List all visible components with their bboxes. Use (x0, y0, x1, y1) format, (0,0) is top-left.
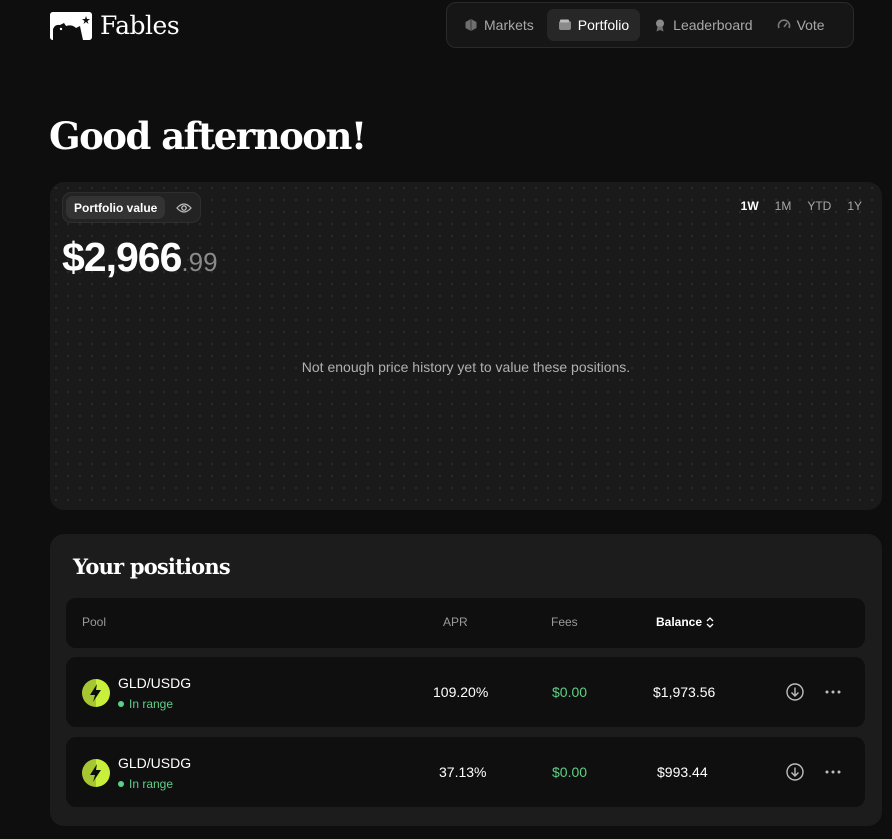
fees-value: $0.00 (552, 764, 588, 780)
column-fees: Fees (551, 615, 578, 629)
fees-value: $0.00 (552, 684, 588, 700)
range-status-label: In range (129, 697, 174, 711)
pool-name: GLD/USDG (118, 675, 192, 691)
range-1w[interactable]: 1W (735, 197, 765, 215)
brand-logo[interactable]: Fables (50, 11, 180, 40)
nav-portfolio-label: Portfolio (577, 17, 630, 33)
column-pool: Pool (82, 615, 107, 629)
eye-icon[interactable] (171, 196, 197, 219)
table-row[interactable]: GLD/USDG In range 37.13% $0.00 $993.44 (66, 737, 865, 807)
range-status: In range (118, 777, 173, 791)
main-nav: Markets Portfolio Leaderboard Vote (446, 2, 854, 48)
nav-markets-label: Markets (484, 17, 534, 33)
portfolio-value: $2,966.99 (62, 234, 218, 281)
portfolio-value-main: $2,966 (62, 234, 182, 280)
more-options-icon[interactable] (823, 762, 843, 782)
medal-icon (656, 19, 665, 32)
positions-title: Your positions (73, 554, 231, 579)
nav-vote-label: Vote (796, 17, 825, 33)
column-balance-sort[interactable]: Balance (656, 615, 714, 629)
portfolio-value-card: Portfolio value $2,966.99 1W 1M YTD 1Y N… (50, 182, 882, 510)
page-greeting: Good afternoon! (49, 114, 367, 158)
portfolio-value-label[interactable]: Portfolio value (66, 196, 166, 219)
positions-card: Your positions Pool APR Fees Balance GLD… (50, 534, 882, 826)
range-status: In range (118, 697, 173, 711)
brand-name: Fables (100, 11, 180, 40)
nav-leaderboard-label: Leaderboard (673, 17, 753, 33)
range-1y[interactable]: 1Y (841, 197, 868, 215)
withdraw-icon[interactable] (785, 762, 805, 782)
portfolio-value-toggle: Portfolio value (62, 192, 202, 223)
status-dot-icon (118, 701, 124, 707)
range-ytd[interactable]: YTD (801, 197, 837, 215)
apr-value: 37.13% (439, 764, 487, 780)
pool-name: GLD/USDG (118, 755, 192, 771)
balance-value: $993.44 (657, 764, 708, 780)
status-dot-icon (118, 781, 124, 787)
time-range-selector: 1W 1M YTD 1Y (735, 197, 868, 215)
gld-token-icon (82, 759, 110, 787)
more-options-icon[interactable] (823, 682, 843, 702)
balance-value: $1,973.56 (653, 684, 716, 700)
range-status-label: In range (129, 777, 174, 791)
chart-empty-message: Not enough price history yet to value th… (301, 359, 631, 375)
sort-icon (706, 616, 714, 628)
range-1m[interactable]: 1M (769, 197, 798, 215)
nav-leaderboard[interactable]: Leaderboard (642, 9, 763, 41)
apr-value: 109.20% (433, 684, 489, 700)
cube-icon (465, 19, 477, 31)
wallet-icon (558, 19, 571, 30)
table-row[interactable]: GLD/USDG In range 109.20% $0.00 $1,973.5… (66, 657, 865, 727)
withdraw-icon[interactable] (785, 682, 805, 702)
column-apr: APR (443, 615, 468, 629)
nav-markets[interactable]: Markets (453, 9, 545, 41)
brand-mark-icon (50, 11, 92, 40)
portfolio-value-cents: .99 (181, 247, 218, 277)
positions-table-header: Pool APR Fees Balance (66, 598, 865, 648)
gauge-icon (777, 19, 790, 29)
gld-token-icon (82, 679, 110, 707)
nav-portfolio[interactable]: Portfolio (546, 9, 641, 41)
column-balance: Balance (656, 615, 703, 629)
nav-vote[interactable]: Vote (766, 9, 836, 41)
